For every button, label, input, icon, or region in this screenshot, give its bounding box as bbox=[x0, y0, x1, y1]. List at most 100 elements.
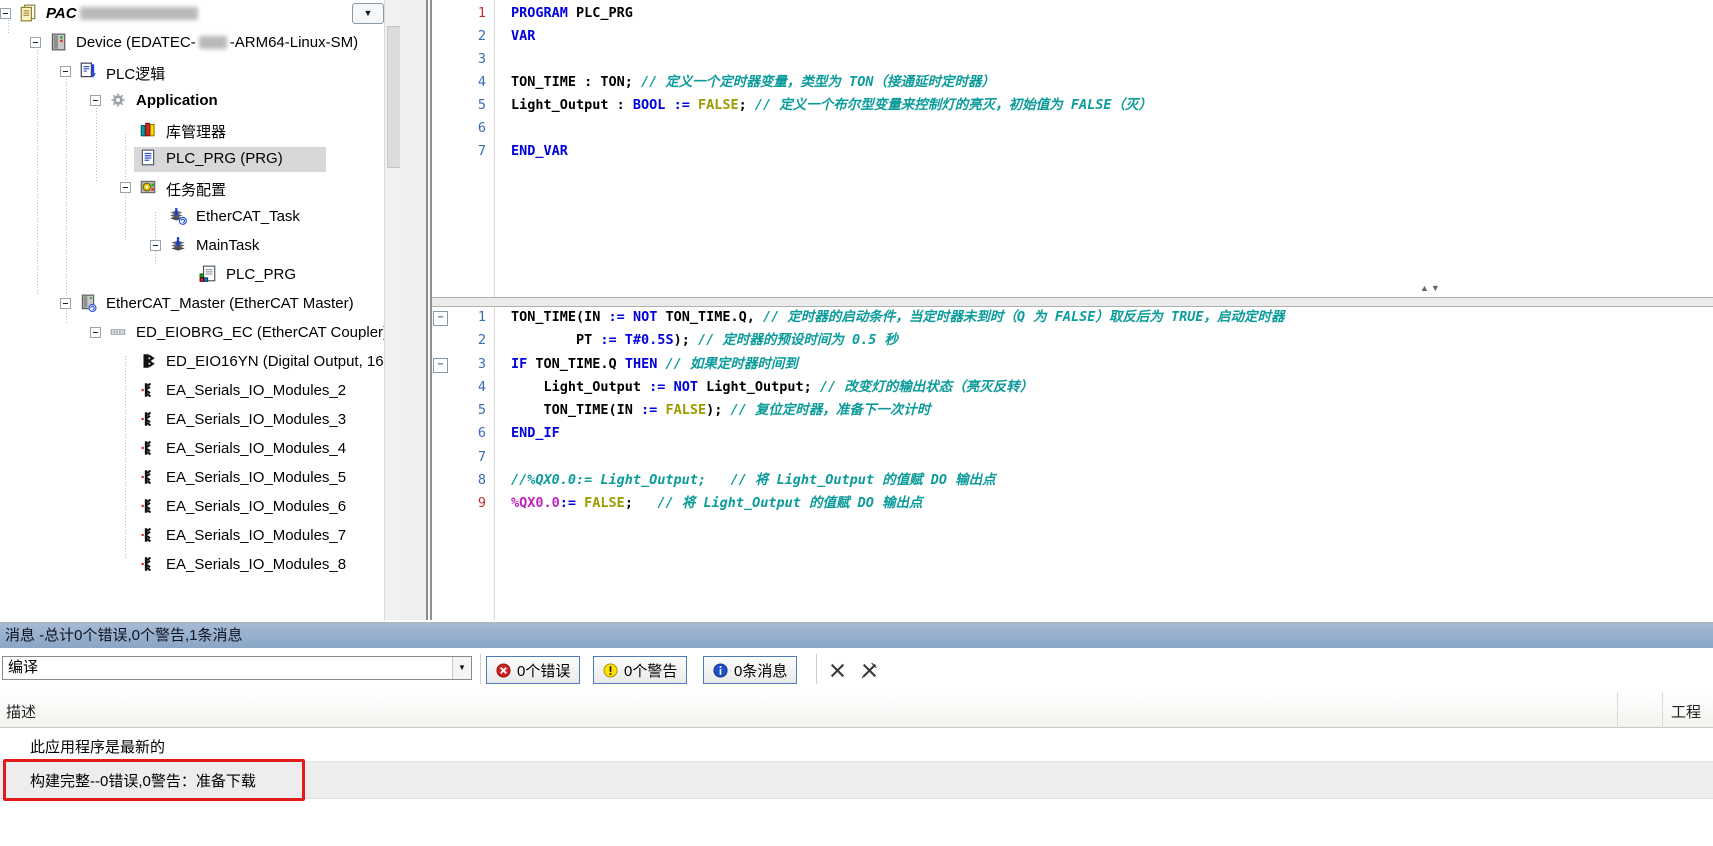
code-line-2[interactable]: 2VAR bbox=[432, 26, 1713, 49]
tree-item-application[interactable]: Application bbox=[0, 91, 384, 118]
messages-titlebar[interactable]: 消息 -总计0个错误,0个警告,1条消息 bbox=[0, 622, 1713, 648]
collapse-expander-icon[interactable] bbox=[90, 95, 101, 106]
tree-item-project[interactable]: PAC bbox=[0, 4, 384, 31]
message-category-select[interactable]: 编译 ▼ bbox=[2, 656, 472, 680]
collapse-expander-icon[interactable] bbox=[90, 327, 101, 338]
line-number: 2 bbox=[446, 26, 486, 47]
code-line-7[interactable]: 7END_VAR bbox=[432, 141, 1713, 164]
message-row[interactable]: 此应用程序是最新的 bbox=[0, 728, 1713, 762]
code-line-1[interactable]: −1TON_TIME(IN := NOT TON_TIME.Q, // 定时器的… bbox=[432, 307, 1713, 330]
warnings-filter-button[interactable]: 0个警告 bbox=[593, 656, 687, 684]
collapse-expander-icon[interactable] bbox=[60, 298, 71, 309]
code-text: %QX0.0:= FALSE; // 将 Light_Output 的值赋 DO… bbox=[511, 493, 923, 514]
tree-item-ea-serials-5[interactable]: EA_Serials_IO_Modules_5 bbox=[0, 468, 384, 495]
code-line-6[interactable]: 6 END_IF bbox=[432, 423, 1713, 446]
project-column-header[interactable]: 工程 bbox=[1671, 701, 1701, 722]
device-tree[interactable]: PAC Device (EDATEC--ARM64-Linux-SM) PLC逻辑 A… bbox=[0, 0, 384, 620]
tree-item-label: EA_Serials_IO_Modules_7 bbox=[166, 527, 346, 544]
code-text: //%QX0.0:= Light_Output; // 将 Light_Outp… bbox=[511, 470, 996, 491]
ea-serials-2-icon bbox=[139, 381, 157, 399]
tree-scrollbar[interactable] bbox=[384, 0, 401, 620]
column-separator[interactable] bbox=[1617, 692, 1618, 726]
ea-serials-5-icon bbox=[139, 468, 157, 486]
ea-serials-6-icon bbox=[139, 497, 157, 515]
collapse-expander-icon[interactable] bbox=[150, 240, 161, 251]
collapse-expander-icon[interactable] bbox=[0, 8, 11, 19]
tree-dropdown-button[interactable]: ▼ bbox=[352, 3, 384, 24]
tree-item-plc-logic[interactable]: PLC逻辑 bbox=[0, 62, 384, 89]
editor-splitter[interactable] bbox=[432, 297, 1713, 307]
tree-item-ea-serials-8[interactable]: EA_Serials_IO_Modules_8 bbox=[0, 555, 384, 582]
toolbar-separator bbox=[480, 654, 481, 684]
code-line-4[interactable]: 4TON_TIME : TON; // 定义一个定时器变量，类型为 TON（接通… bbox=[432, 72, 1713, 95]
tree-item-label: MainTask bbox=[196, 237, 259, 254]
code-line-3[interactable]: −3IF TON_TIME.Q THEN // 如果定时器时间到 bbox=[432, 354, 1713, 377]
tree-item-plc-prg[interactable]: PLC_PRG (PRG) bbox=[0, 149, 384, 176]
code-line-6[interactable]: 6 bbox=[432, 118, 1713, 141]
message-category-value: 编译 bbox=[8, 659, 38, 676]
line-number: 9 bbox=[446, 493, 486, 514]
tree-item-ea-serials-7[interactable]: EA_Serials_IO_Modules_7 bbox=[0, 526, 384, 553]
collapse-expander-icon[interactable] bbox=[30, 37, 41, 48]
redacted-text bbox=[199, 36, 227, 49]
tree-item-ea-serials-3[interactable]: EA_Serials_IO_Modules_3 bbox=[0, 410, 384, 437]
collapse-expander-icon[interactable] bbox=[120, 182, 131, 193]
collapse-expander-icon[interactable] bbox=[60, 66, 71, 77]
st-editor[interactable]: ▲▼ 1PROGRAM PLC_PRG2VAR34TON_TIME : TON;… bbox=[432, 0, 1713, 620]
code-line-7[interactable]: 7 bbox=[432, 447, 1713, 470]
tree-item-task-config[interactable]: 任务配置 bbox=[0, 178, 384, 205]
errors-filter-label: 0个错误 bbox=[517, 660, 570, 681]
application-icon bbox=[109, 91, 127, 109]
code-text: TON_TIME(IN := NOT TON_TIME.Q, // 定时器的启动… bbox=[511, 307, 1285, 328]
tree-item-label: EA_Serials_IO_Modules_5 bbox=[166, 469, 346, 486]
clear-all-messages-button[interactable] bbox=[856, 658, 882, 682]
line-number: 6 bbox=[446, 423, 486, 444]
tree-item-plc-prg-call[interactable]: PLC_PRG bbox=[0, 265, 384, 292]
toolbar-separator bbox=[816, 654, 817, 684]
plc-logic-icon bbox=[79, 62, 97, 80]
clear-message-button[interactable] bbox=[824, 658, 850, 682]
line-number: 3 bbox=[446, 49, 486, 70]
tree-item-label: PLC_PRG (PRG) bbox=[166, 150, 283, 167]
tree-item-label: PLC逻辑 bbox=[106, 63, 165, 84]
line-number: 2 bbox=[446, 330, 486, 351]
code-line-8[interactable]: 8 //%QX0.0:= Light_Output; // 将 Light_Out… bbox=[432, 470, 1713, 493]
tree-item-ethercat-master[interactable]: EtherCAT_Master (EtherCAT Master) bbox=[0, 294, 384, 321]
code-text: PT := T#0.5S); // 定时器的预设时间为 0.5 秒 bbox=[511, 330, 898, 351]
messages-filter-button[interactable]: 0条消息 bbox=[703, 656, 797, 684]
tree-item-label: PAC bbox=[46, 5, 201, 22]
description-column-header[interactable]: 描述 bbox=[6, 701, 36, 722]
line-number: 1 bbox=[446, 307, 486, 328]
ea-serials-3-icon bbox=[139, 410, 157, 428]
tree-item-ea-serials-2[interactable]: EA_Serials_IO_Modules_2 bbox=[0, 381, 384, 408]
messages-filter-label: 0条消息 bbox=[734, 660, 787, 681]
line-number: 8 bbox=[446, 470, 486, 491]
tree-item-ethercat-task[interactable]: EtherCAT_Task bbox=[0, 207, 384, 234]
main-task-icon bbox=[169, 236, 187, 254]
code-text: END_VAR bbox=[511, 141, 568, 162]
tree-item-ed-eio16yn[interactable]: ED_EIO16YN (Digital Output, 16 C bbox=[0, 352, 384, 379]
tree-item-library-manager[interactable]: 库管理器 bbox=[0, 120, 384, 147]
ea-serials-8-icon bbox=[139, 555, 157, 573]
tree-item-ea-serials-4[interactable]: EA_Serials_IO_Modules_4 bbox=[0, 439, 384, 466]
tree-item-ea-serials-6[interactable]: EA_Serials_IO_Modules_6 bbox=[0, 497, 384, 524]
code-line-2[interactable]: 2 PT := T#0.5S); // 定时器的预设时间为 0.5 秒 bbox=[432, 330, 1713, 353]
tree-item-ed-eiobrg-ec[interactable]: ED_EIOBRG_EC (EtherCAT Coupler) bbox=[0, 323, 384, 350]
tree-item-label: EA_Serials_IO_Modules_8 bbox=[166, 556, 346, 573]
code-line-5[interactable]: 5Light_Output : BOOL := FALSE; // 定义一个布尔… bbox=[432, 95, 1713, 118]
code-text: Light_Output : BOOL := FALSE; // 定义一个布尔型… bbox=[511, 95, 1152, 116]
code-line-3[interactable]: 3 bbox=[432, 49, 1713, 72]
code-line-1[interactable]: 1PROGRAM PLC_PRG bbox=[432, 3, 1713, 26]
code-line-5[interactable]: 5 TON_TIME(IN := FALSE); // 复位定时器，准备下一次计… bbox=[432, 400, 1713, 423]
scrollbar-thumb[interactable] bbox=[387, 26, 401, 168]
ea-serials-4-icon bbox=[139, 439, 157, 457]
column-separator[interactable] bbox=[1662, 692, 1663, 726]
code-line-9[interactable]: 9 %QX0.0:= FALSE; // 将 Light_Output 的值赋 D… bbox=[432, 493, 1713, 516]
tree-item-device[interactable]: Device (EDATEC--ARM64-Linux-SM) bbox=[0, 33, 384, 60]
tree-item-main-task[interactable]: MainTask bbox=[0, 236, 384, 263]
errors-filter-button[interactable]: 0个错误 bbox=[486, 656, 580, 684]
code-text: END_IF bbox=[511, 423, 560, 444]
chevron-down-icon[interactable]: ▼ bbox=[452, 657, 471, 679]
code-line-4[interactable]: 4 Light_Output := NOT Light_Output; // 改… bbox=[432, 377, 1713, 400]
editor-splitter-arrows-icon[interactable]: ▲▼ bbox=[1420, 283, 1442, 293]
